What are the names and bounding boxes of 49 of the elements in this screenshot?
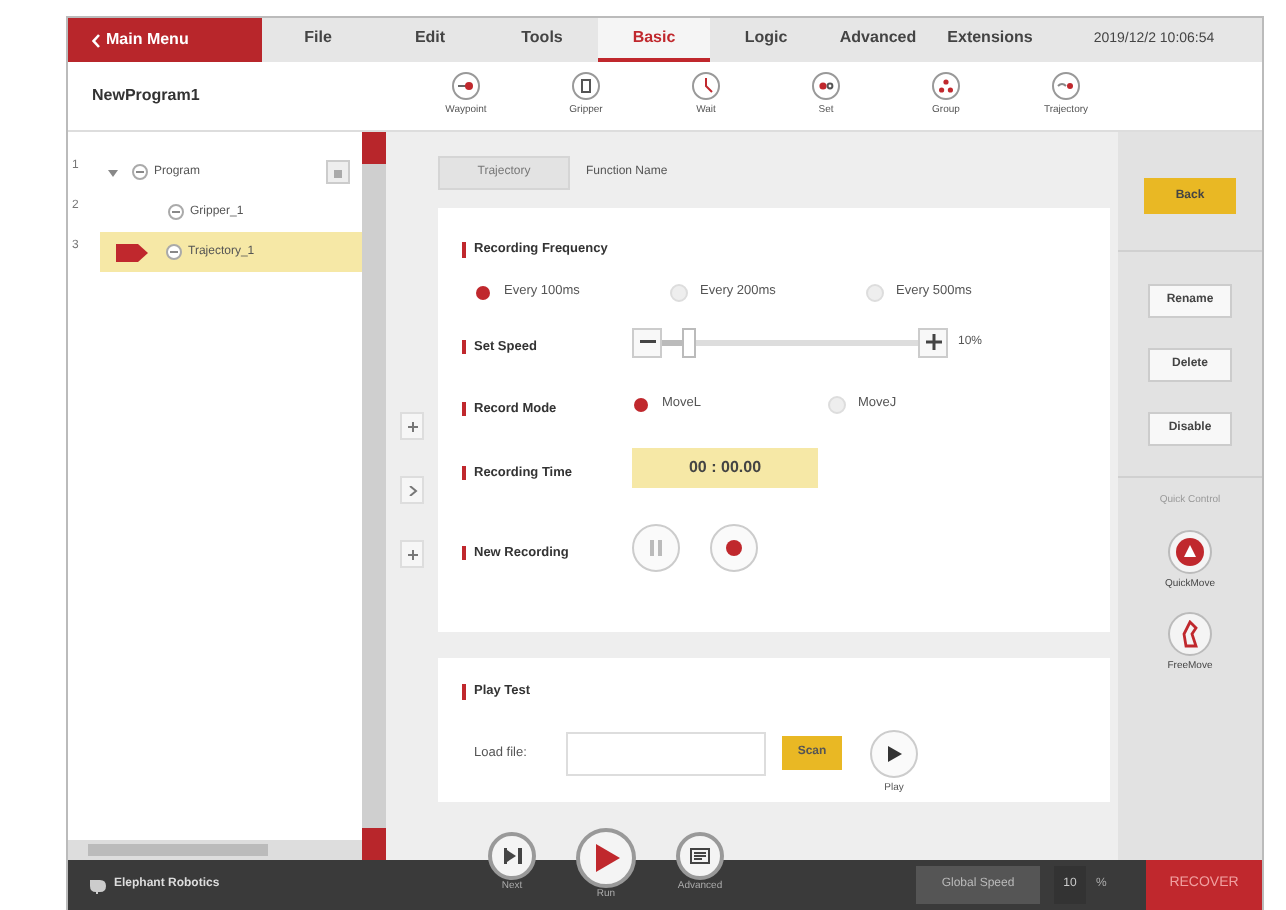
menu-tab[interactable]: File xyxy=(262,18,374,62)
gripper-icon xyxy=(572,72,600,101)
menu-tab[interactable]: Basic xyxy=(598,18,710,62)
play-icon xyxy=(887,746,901,762)
elephant-logo-icon xyxy=(88,877,106,893)
minus-icon xyxy=(639,340,655,344)
speed-slider-thumb[interactable] xyxy=(681,327,696,357)
pause-icon xyxy=(650,540,662,556)
side-button[interactable] xyxy=(400,540,424,568)
node-icon xyxy=(166,244,182,260)
node-icon xyxy=(132,164,148,180)
menu-tab[interactable]: Extensions xyxy=(934,18,1046,62)
menu-tab[interactable]: Edit xyxy=(374,18,486,62)
back-chevron-icon xyxy=(92,33,100,47)
horizontal-scrollbar[interactable] xyxy=(68,840,362,860)
expanded-arrow-icon xyxy=(108,167,118,177)
load-file-field[interactable] xyxy=(566,731,766,776)
collapse-panel-icon xyxy=(326,160,350,184)
plus-icon xyxy=(407,421,417,431)
trajectory-icon xyxy=(1052,72,1080,101)
record-button[interactable] xyxy=(710,524,758,572)
main-menu-button[interactable]: Main Menu xyxy=(68,18,262,62)
clock-icon xyxy=(692,72,720,101)
group-icon xyxy=(932,72,960,101)
menu-tab[interactable]: Tools xyxy=(486,18,598,62)
side-button[interactable] xyxy=(400,412,424,440)
waypoint-icon xyxy=(452,72,480,101)
list-icon xyxy=(690,848,710,864)
record-icon xyxy=(726,540,742,556)
increase-button[interactable] xyxy=(918,327,948,357)
skip-next-icon xyxy=(503,848,521,864)
play-button[interactable] xyxy=(870,730,918,778)
speed-slider-track[interactable] xyxy=(662,339,918,345)
menu-tab[interactable]: Logic xyxy=(710,18,822,62)
chevron-right-icon xyxy=(407,485,417,495)
side-button[interactable] xyxy=(400,476,424,504)
node-icon xyxy=(168,204,184,220)
plus-icon xyxy=(925,334,941,350)
triangle-badge-icon xyxy=(1175,537,1204,565)
vertical-scrollbar[interactable] xyxy=(362,132,386,860)
set-icon xyxy=(812,72,840,101)
menu-tab[interactable]: Advanced xyxy=(822,18,934,62)
recording-time-display: 00 : 00.00 xyxy=(632,448,818,488)
plus-icon xyxy=(407,549,417,559)
arm-icon xyxy=(1179,620,1200,648)
play-icon xyxy=(593,844,619,872)
decrease-button[interactable] xyxy=(632,327,662,357)
pointer-tag-icon xyxy=(116,243,148,261)
program-name: NewProgram1 xyxy=(90,84,202,108)
